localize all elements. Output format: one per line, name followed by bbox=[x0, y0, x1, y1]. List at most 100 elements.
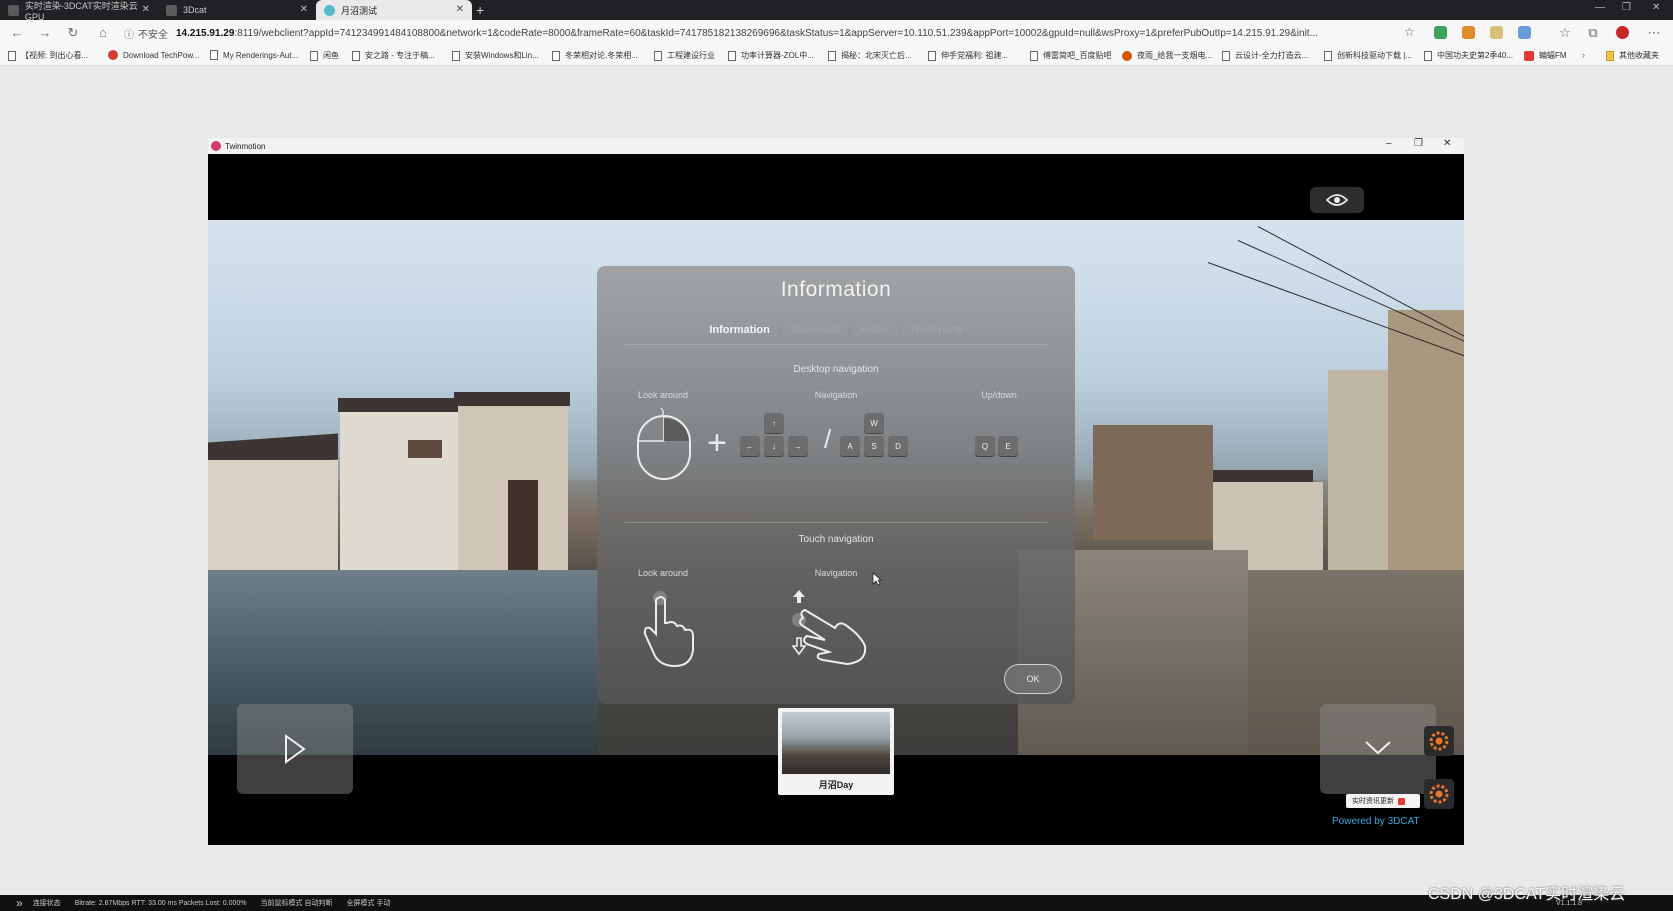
divider bbox=[625, 344, 1047, 345]
shield-extension-icon[interactable] bbox=[1434, 26, 1447, 39]
reload-icon[interactable]: ↻ bbox=[64, 24, 82, 42]
settings-button-2[interactable] bbox=[1424, 779, 1454, 809]
visibility-toggle-button[interactable] bbox=[1310, 187, 1364, 213]
browser-tab-3[interactable]: 月沼测试 ✕ bbox=[316, 0, 472, 20]
navigation-label: Navigation bbox=[814, 390, 858, 400]
settings-button[interactable] bbox=[1424, 726, 1454, 756]
close-icon[interactable]: ✕ bbox=[142, 4, 150, 15]
url-host: 14.215.91.29 bbox=[176, 27, 235, 39]
extension-icon[interactable] bbox=[1490, 26, 1503, 39]
url-path: :8119/webclient?appId=741234991484108800… bbox=[234, 27, 1318, 39]
bookmark-item[interactable]: 傅雷简吧_百度贴吧 bbox=[1030, 50, 1111, 61]
building bbox=[1388, 310, 1464, 570]
more-menu-icon[interactable]: ⋯ bbox=[1645, 24, 1663, 42]
page-icon bbox=[828, 50, 836, 61]
tab-separator: | bbox=[778, 324, 782, 336]
tab-gamepad[interactable]: Gamepad bbox=[787, 324, 843, 336]
back-icon[interactable]: ← bbox=[8, 24, 26, 42]
tab-third-party[interactable]: Third-party bbox=[905, 324, 966, 336]
close-window-icon[interactable]: ✕ bbox=[1652, 2, 1660, 13]
close-icon[interactable]: ✕ bbox=[300, 4, 308, 15]
page-icon bbox=[210, 50, 218, 60]
site-icon bbox=[1122, 50, 1132, 61]
settings-gear-icon bbox=[1429, 731, 1449, 751]
twinmotion-window: Twinmotion – ❐ ✕ Information Information… bbox=[208, 138, 1464, 845]
scene-thumbnail[interactable]: 月沼Day bbox=[778, 708, 894, 795]
bookmark-item[interactable]: 安之路 - 专注于稿... bbox=[352, 50, 435, 61]
bookmark-item[interactable]: 蝙蝠FM bbox=[1524, 50, 1567, 61]
bookmark-item[interactable]: 闲鱼 bbox=[310, 50, 339, 61]
q-key: Q bbox=[975, 436, 995, 456]
bookmark-item[interactable]: Download TechPow... bbox=[108, 50, 199, 60]
plus-sign: + bbox=[707, 424, 727, 462]
mouse-mode[interactable]: 当前鼠标模式 自动判断 bbox=[261, 898, 333, 908]
tab-eula[interactable]: EULA bbox=[856, 324, 893, 336]
close-icon[interactable]: ✕ bbox=[456, 4, 464, 15]
forward-icon[interactable]: → bbox=[36, 24, 54, 42]
d-key: D bbox=[888, 436, 908, 456]
info-icon[interactable]: ⓘ bbox=[124, 26, 134, 41]
page-icon bbox=[1424, 50, 1432, 61]
news-chip-label: 实时资讯更新 bbox=[1352, 798, 1394, 805]
desktop-navigation-heading: Desktop navigation bbox=[793, 364, 879, 375]
bookmark-item[interactable]: 安装Windows和Lin... bbox=[452, 50, 539, 61]
fm-icon bbox=[1524, 50, 1534, 61]
arrow-right-key: → bbox=[788, 436, 808, 456]
new-tab-button[interactable]: + bbox=[476, 2, 484, 18]
news-update-chip[interactable]: 实时资讯更新 bbox=[1346, 794, 1420, 808]
page-icon bbox=[654, 50, 662, 61]
page-icon bbox=[552, 50, 560, 61]
collapse-button[interactable] bbox=[1320, 704, 1436, 794]
bookmark-folder[interactable]: 其他收藏夹 bbox=[1606, 50, 1659, 61]
tab-separator: | bbox=[897, 324, 901, 336]
doorway bbox=[508, 480, 538, 570]
translate-extension-icon[interactable] bbox=[1518, 26, 1531, 39]
browser-tab-1[interactable]: 实时渲染-3DCAT实时渲染云 GPU ✕ bbox=[0, 0, 158, 22]
home-icon[interactable]: ⌂ bbox=[94, 24, 112, 42]
touch-navigation-label: Navigation bbox=[814, 568, 858, 578]
building bbox=[1328, 370, 1388, 570]
a-key: A bbox=[840, 436, 860, 456]
favorites-icon[interactable]: ☆ bbox=[1556, 24, 1574, 42]
bookmark-item[interactable]: 工程建设行业 bbox=[654, 50, 715, 61]
bookmark-item[interactable]: 夜雨_给我一支烟电... bbox=[1122, 50, 1212, 61]
close-window-icon[interactable]: ✕ bbox=[1443, 138, 1451, 149]
restore-icon[interactable]: ❐ bbox=[1414, 138, 1423, 149]
bookmark-item[interactable]: My Renderings-Aut... bbox=[210, 50, 298, 60]
bitrate-stats: Bitrate: 2.87Mbps RTT: 33.00 ms Packets … bbox=[74, 899, 247, 907]
more-bookmarks-icon[interactable]: › bbox=[1582, 50, 1585, 60]
window bbox=[408, 440, 442, 458]
tab-information[interactable]: Information bbox=[705, 324, 774, 336]
page-icon bbox=[1222, 50, 1230, 61]
folder-icon bbox=[1606, 50, 1614, 61]
extension-icon[interactable] bbox=[1462, 26, 1475, 39]
bookmark-item[interactable]: 功率计算器-ZOL中... bbox=[728, 50, 814, 61]
bookmarks-bar: 【视频: 到出心看... Download TechPow... My Rend… bbox=[0, 46, 1673, 66]
collections-icon[interactable]: ⧉ bbox=[1584, 24, 1602, 42]
bookmark-item[interactable]: 冬荣相对论,冬荣相... bbox=[552, 50, 638, 61]
address-bar[interactable]: ⓘ 不安全 14.215.91.29 :8119/webclient?appId… bbox=[124, 23, 1424, 43]
profile-avatar-icon[interactable] bbox=[1616, 26, 1629, 39]
minimize-icon[interactable]: – bbox=[1386, 138, 1392, 149]
cat-favicon-icon bbox=[8, 4, 19, 16]
settings-gear-icon bbox=[1429, 784, 1449, 804]
bookmark-item[interactable]: 云设计-全力打造云... bbox=[1222, 50, 1308, 61]
bookmark-item[interactable]: 伸手党福利: 祖建... bbox=[928, 50, 1008, 61]
roof bbox=[338, 398, 462, 412]
bookmark-item[interactable]: 【视频: 到出心看... bbox=[8, 50, 88, 61]
bookmark-item[interactable]: 中国功夫史第2季40... bbox=[1424, 50, 1513, 61]
minimize-icon[interactable]: — bbox=[1595, 2, 1605, 13]
divider bbox=[625, 522, 1047, 523]
browser-tab-2[interactable]: 3Dcat ✕ bbox=[158, 0, 316, 20]
bookmark-star-icon[interactable]: ☆ bbox=[1404, 25, 1415, 39]
fullscreen-mode[interactable]: 全屏模式 手动 bbox=[347, 898, 391, 908]
mouse-cursor-icon bbox=[872, 572, 882, 586]
bookmark-item[interactable]: 创新科技驱动下载 |... bbox=[1324, 50, 1412, 61]
expand-chevrons-icon[interactable]: » bbox=[16, 896, 23, 910]
app-title: Twinmotion bbox=[225, 141, 266, 151]
information-dialog: Information Information | Gamepad | EULA… bbox=[597, 266, 1075, 704]
restore-icon[interactable]: ❐ bbox=[1622, 2, 1631, 13]
bookmark-item[interactable]: 揭秘：北宋灭亡后... bbox=[828, 50, 912, 61]
ok-button[interactable]: OK bbox=[1004, 664, 1062, 694]
play-button[interactable] bbox=[237, 704, 353, 794]
